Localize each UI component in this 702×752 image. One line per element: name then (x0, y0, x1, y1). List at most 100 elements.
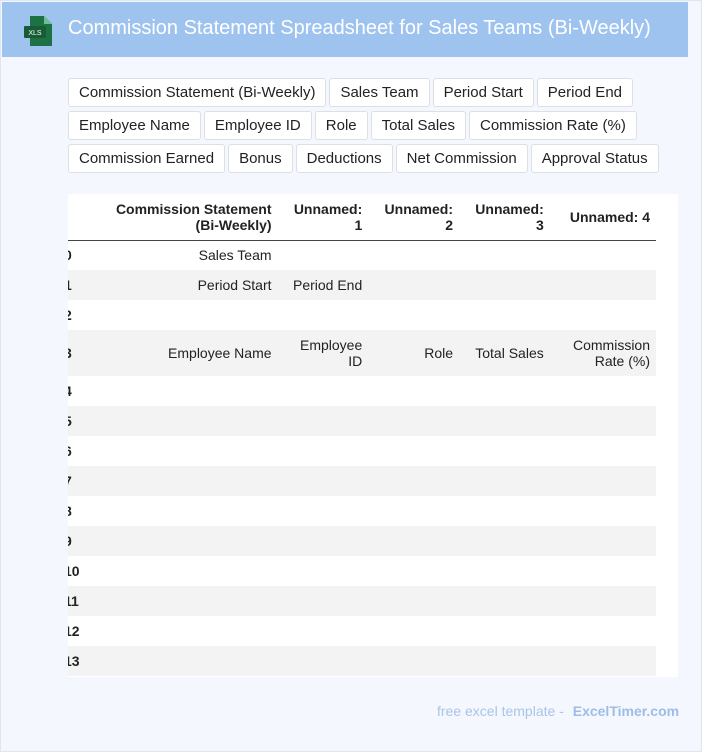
row-index: 2 (68, 300, 86, 330)
column-tag[interactable]: Commission Earned (68, 144, 226, 173)
table-row: 6 (68, 436, 656, 466)
table-cell (277, 406, 369, 436)
data-table-viewport[interactable]: Commission Statement (Bi-Weekly) Unnamed:… (68, 194, 678, 677)
table-row: 4 (68, 376, 656, 406)
column-tag[interactable]: Period Start (432, 78, 534, 107)
table-row: 13 (68, 646, 656, 676)
row-index: 6 (68, 436, 86, 466)
table-cell: Period Start (85, 270, 278, 300)
table-cell (549, 406, 656, 436)
column-tag[interactable]: Approval Status (530, 144, 659, 173)
footer-brand-link[interactable]: ExcelTimer.com (573, 703, 679, 719)
page-title: Commission Statement Spreadsheet for Sal… (68, 17, 651, 39)
table-cell (85, 406, 278, 436)
table-cell (85, 466, 278, 496)
table-cell (85, 496, 278, 526)
table-cell (85, 436, 278, 466)
table-cell (85, 526, 278, 556)
table-cell (85, 646, 278, 676)
table-cell (459, 466, 550, 496)
column-tag[interactable]: Sales Team (329, 78, 430, 107)
row-index: 0 (68, 240, 86, 270)
table-cell (368, 556, 459, 586)
table-cell (549, 556, 656, 586)
column-tag[interactable]: Employee Name (68, 111, 201, 140)
table-row: 5 (68, 406, 656, 436)
column-tag[interactable]: Role (314, 111, 368, 140)
table-cell (549, 436, 656, 466)
table-cell (549, 496, 656, 526)
excel-file-icon: XLS (24, 16, 52, 46)
column-header: Commission Statement (Bi-Weekly) (85, 194, 278, 241)
table-cell: Sales Team (85, 240, 278, 270)
table-cell (85, 376, 278, 406)
column-tag[interactable]: Employee ID (203, 111, 312, 140)
table-cell (277, 240, 369, 270)
table-cell (459, 556, 550, 586)
column-tag[interactable]: Commission Statement (Bi-Weekly) (68, 78, 327, 107)
table-row: 3Employee NameEmployee IDRoleTotal Sales… (68, 330, 656, 376)
table-cell (459, 496, 550, 526)
table-cell: Role (368, 330, 459, 376)
table-cell (368, 616, 459, 646)
table-cell (85, 586, 278, 616)
table-cell (277, 436, 369, 466)
table-cell (459, 406, 550, 436)
table-cell (459, 526, 550, 556)
table-cell: Commission Rate (%) (549, 330, 656, 376)
row-index: 8 (68, 496, 86, 526)
table-cell (459, 586, 550, 616)
table-cell (549, 376, 656, 406)
table-cell (368, 376, 459, 406)
column-tag[interactable]: Bonus (228, 144, 293, 173)
table-cell (277, 556, 369, 586)
column-tag[interactable]: Total Sales (370, 111, 466, 140)
table-cell: Total Sales (459, 330, 550, 376)
table-cell (459, 270, 550, 300)
row-index: 9 (68, 526, 86, 556)
table-cell (368, 436, 459, 466)
row-index: 11 (68, 586, 86, 616)
column-tag-list: Commission Statement (Bi-Weekly) Sales Te… (68, 78, 668, 173)
table-row: 7 (68, 466, 656, 496)
column-tag[interactable]: Deductions (295, 144, 393, 173)
row-index: 7 (68, 466, 86, 496)
table-cell (459, 300, 550, 330)
table-row: 0Sales Team (68, 240, 656, 270)
table-cell (368, 586, 459, 616)
table-cell (277, 586, 369, 616)
table-cell (459, 240, 550, 270)
column-tag[interactable]: Net Commission (395, 144, 528, 173)
column-header (68, 194, 86, 241)
table-row: 2 (68, 300, 656, 330)
table-cell (368, 300, 459, 330)
table-row: 11 (68, 586, 656, 616)
row-index: 12 (68, 616, 86, 646)
table-cell (277, 616, 369, 646)
table-cell (549, 270, 656, 300)
table-cell (368, 406, 459, 436)
table-cell (277, 646, 369, 676)
table-cell (459, 616, 550, 646)
row-index: 4 (68, 376, 86, 406)
title-bar: XLS Commission Statement Spreadsheet for… (2, 2, 688, 57)
table-cell (277, 466, 369, 496)
table-cell (459, 646, 550, 676)
table-row: 8 (68, 496, 656, 526)
table-cell (368, 270, 459, 300)
table-cell: Employee ID (277, 330, 369, 376)
table-row: 10 (68, 556, 656, 586)
table-cell (368, 496, 459, 526)
table-cell (459, 436, 550, 466)
column-tag[interactable]: Commission Rate (%) (469, 111, 637, 140)
footer: free excel template - ExcelTimer.com (437, 703, 679, 719)
row-index: 13 (68, 646, 86, 676)
table-cell (368, 466, 459, 496)
column-tag[interactable]: Period End (536, 78, 633, 107)
table-cell (368, 526, 459, 556)
table-cell (368, 240, 459, 270)
table-cell: Employee Name (85, 330, 278, 376)
table-cell: Period End (277, 270, 369, 300)
table-row: 1Period StartPeriod End (68, 270, 656, 300)
table-cell (277, 526, 369, 556)
